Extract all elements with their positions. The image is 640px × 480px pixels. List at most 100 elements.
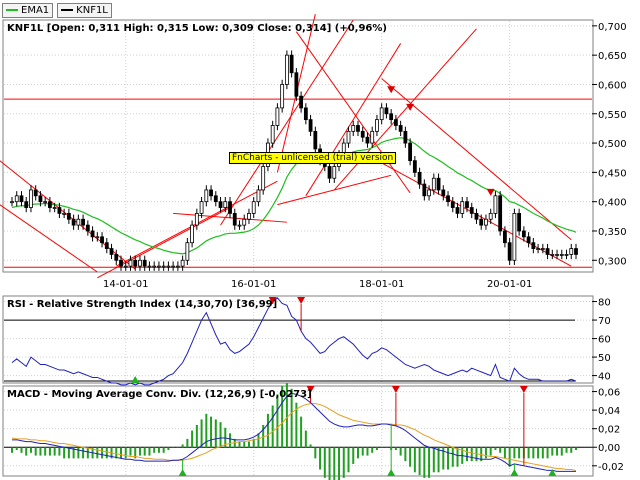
candle-body [90,230,95,238]
macd-histogram-bar [186,438,189,448]
candle-body [62,212,67,215]
candle-body [294,72,299,97]
macd-histogram-bar [15,447,18,451]
price-y-tick-label: 0,500 [598,139,627,150]
candle-body [351,125,356,132]
candle-body [332,166,337,179]
candle-body [43,201,48,204]
macd-histogram-bar [451,447,454,467]
candle-body [161,265,166,268]
price-y-tick-label: 0,700 [598,22,627,33]
candle-body [564,254,569,256]
macd-histogram-bar [176,447,179,448]
rsi-y-tick-label: 40 [598,372,611,383]
candle-body [147,265,152,268]
candle-body [540,248,545,250]
macd-histogram-bar [347,447,350,473]
macd-histogram-bar [34,447,37,456]
candle-body [95,236,100,239]
candle-body [57,207,62,214]
candle-body [427,189,431,197]
candle-body [223,201,228,208]
macd-histogram-bar [314,447,317,459]
candle-body [104,242,109,249]
candle-body [24,201,29,208]
macd-histogram-bar [63,447,66,459]
macd-histogram-bar [157,447,160,453]
candle-body [270,125,275,144]
macd-histogram-bar [11,447,13,453]
candle-body [408,142,413,162]
x-tick-label: 18-01-01 [359,279,404,290]
macd-y-tick-label: 0,00 [598,443,620,454]
candle-body [256,189,261,203]
macd-histogram-bar [338,447,341,480]
candle-body [498,195,503,232]
candle-body [550,254,555,256]
macd-y-tick-label: 0,06 [598,388,620,399]
candle-body [261,166,266,191]
candle-body [469,207,474,214]
macd-histogram-bar [532,447,535,459]
macd-histogram-bar [153,447,156,453]
macd-histogram-bar [333,447,336,480]
price-y-tick-label: 0,450 [598,168,627,179]
macd-histogram-bar [399,447,402,456]
macd-histogram-bar [541,447,544,459]
rsi-y-tick-label: 60 [598,335,611,346]
macd-histogram-bar [96,447,99,459]
candle-body [242,218,247,226]
macd-panel-title: MACD - Moving Average Conv. Div. (12,26,… [7,389,312,400]
candle-body [403,130,408,144]
macd-histogram-bar [243,441,246,448]
macd-histogram-bar [115,447,118,459]
candle-body [284,54,289,85]
macd-histogram-bar [499,447,502,453]
candle-body [237,224,242,227]
candle-body [171,265,176,268]
price-y-tick-label: 0,350 [598,227,627,238]
price-y-tick-label: 0,650 [598,51,627,62]
macd-histogram-bar [527,447,530,459]
macd-histogram-bar [276,394,279,448]
x-tick-label: 20-01-01 [487,279,532,290]
candle-body [199,201,204,214]
macd-histogram-bar [537,447,540,459]
candle-body [555,254,559,256]
candle-body [441,189,446,197]
macd-histogram-bar [162,447,165,453]
candle-body [507,242,512,261]
macd-histogram-bar [200,419,203,448]
price-y-tick-label: 0,550 [598,110,627,121]
macd-histogram-bar [120,447,123,459]
candle-body [157,265,161,268]
candle-body [446,195,450,203]
macd-histogram-bar [447,447,450,470]
candle-body [109,248,114,255]
candle-body [185,242,190,261]
macd-histogram-bar [418,447,421,476]
macd-histogram-bar [247,441,250,448]
macd-histogram-bar [219,422,222,448]
rsi-panel-title: RSI - Relative Strength Index (14,30,70)… [7,299,278,310]
candle-body [128,259,133,267]
candle-body [512,212,517,261]
candle-body [119,259,123,267]
candle-body [574,248,578,255]
macd-histogram-bar [181,444,184,448]
candle-body [123,265,128,268]
candle-body [14,195,19,203]
macd-histogram-bar [29,447,32,453]
price-y-tick-label: 0,300 [598,256,627,267]
candle-body [133,259,138,267]
candle-body [379,107,384,121]
price-y-tick-label: 0,600 [598,80,627,91]
macd-histogram-bar [82,447,85,459]
candle-body [152,265,157,268]
macd-histogram-bar [195,424,198,448]
candle-body [10,201,14,204]
candle-body [38,195,43,203]
macd-histogram-bar [39,447,42,456]
candle-body [142,259,147,267]
macd-histogram-bar [570,447,573,453]
